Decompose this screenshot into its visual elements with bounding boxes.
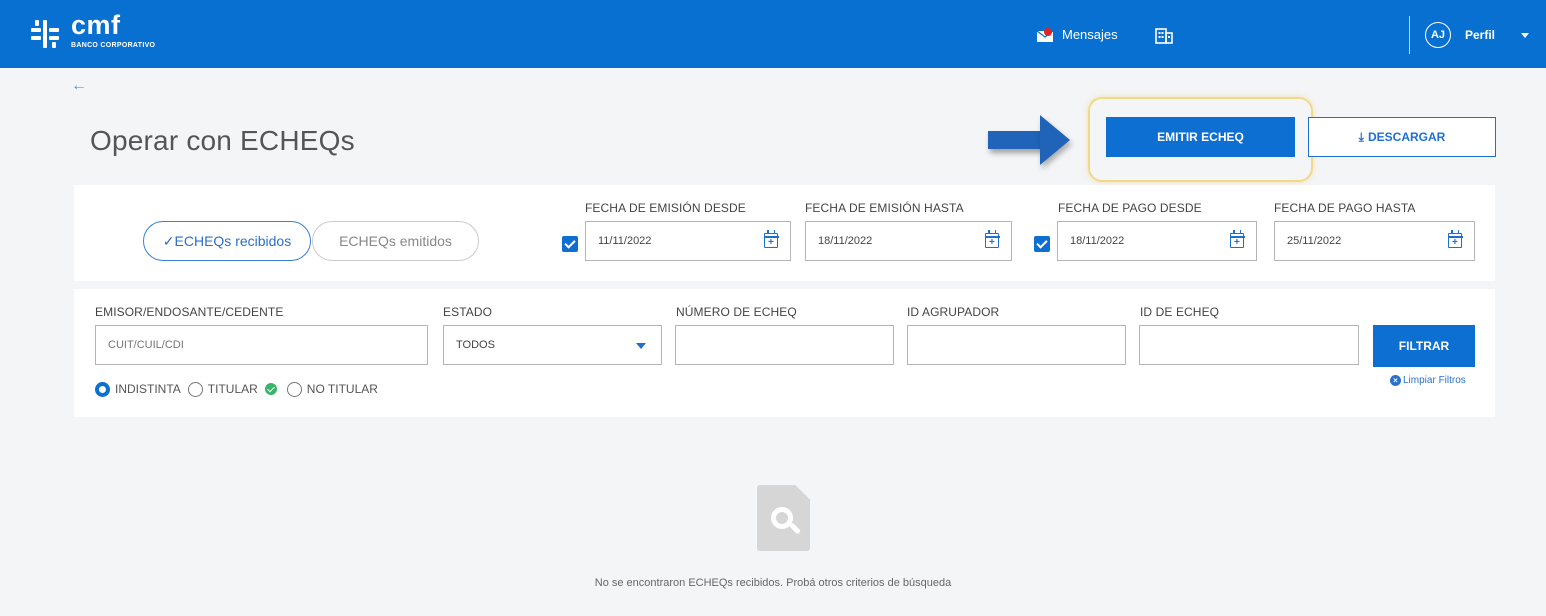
brand-name: cmf	[71, 10, 121, 40]
pointer-arrow-annotation	[988, 115, 1070, 165]
payment-from-label: FECHA DE PAGO DESDE	[1058, 201, 1202, 215]
payment-from-field[interactable]: 18/11/2022 +	[1057, 221, 1257, 261]
logo-mark-icon	[31, 20, 59, 48]
echeq-number-label: NÚMERO DE ECHEQ	[676, 305, 797, 319]
status-select[interactable]: TODOS	[443, 325, 662, 365]
back-arrow-icon[interactable]: ←	[71, 77, 87, 95]
cmf-logo[interactable]: cmf BANCO CORPORATIVO	[31, 12, 155, 49]
radio-indistinta[interactable]	[95, 381, 110, 397]
avatar[interactable]: AJ	[1425, 22, 1451, 48]
page-title: Operar con ECHEQs	[90, 125, 355, 156]
close-circle-icon: ×	[1390, 375, 1401, 386]
radio-no-titular-label: NO TITULAR	[306, 382, 378, 396]
brand-subtitle: BANCO CORPORATIVO	[71, 42, 156, 49]
messages-link[interactable]: Mensajes	[1036, 27, 1118, 42]
building-icon[interactable]	[1155, 28, 1173, 44]
messages-label: Mensajes	[1062, 27, 1118, 42]
tab-echeqs-received[interactable]: ✓ECHEQs recibidos	[143, 221, 311, 261]
radio-titular-label: TITULAR	[207, 382, 258, 396]
group-id-input[interactable]	[907, 325, 1126, 365]
radio-indistinta-label: INDISTINTA	[115, 382, 181, 396]
download-label: DESCARGAR	[1367, 130, 1446, 144]
emission-to-value: 18/11/2022	[818, 235, 873, 247]
status-label: ESTADO	[443, 305, 493, 319]
payment-from-value: 18/11/2022	[1070, 235, 1125, 247]
payment-date-checkbox[interactable]	[1034, 236, 1050, 252]
payment-to-label: FECHA DE PAGO HASTA	[1274, 201, 1416, 215]
header-divider	[1409, 16, 1410, 54]
ownership-radio-group: INDISTINTA TITULAR NO TITULAR	[95, 380, 385, 398]
radio-no-titular[interactable]	[286, 381, 302, 397]
group-id-label: ID AGRUPADOR	[907, 305, 1000, 319]
issuer-input[interactable]	[95, 325, 428, 365]
emission-from-label: FECHA DE EMISIÓN DESDE	[585, 201, 746, 215]
top-navigation-bar: cmf BANCO CORPORATIVO Mensajes AJ Perfil	[0, 0, 1546, 68]
emit-echeq-button[interactable]: EMITIR ECHEQ	[1106, 117, 1295, 157]
echeq-number-input[interactable]	[675, 325, 894, 365]
emission-from-value: 11/11/2022	[598, 235, 652, 247]
empty-state-message: No se encontraron ECHEQs recibidos. Prob…	[594, 577, 952, 589]
verified-check-icon	[264, 383, 277, 395]
emission-from-field[interactable]: 11/11/2022 +	[585, 221, 791, 261]
calendar-icon[interactable]: +	[1229, 230, 1245, 248]
issuer-label: EMISOR/ENDOSANTE/CEDENTE	[95, 305, 284, 319]
envelope-notification-icon	[1036, 27, 1054, 42]
dropdown-arrow-icon	[636, 343, 646, 349]
filter-button[interactable]: FILTRAR	[1373, 325, 1475, 367]
payment-to-value: 25/11/2022	[1287, 235, 1342, 247]
download-icon: ⤓	[1358, 129, 1364, 144]
radio-titular[interactable]	[187, 381, 203, 397]
document-search-icon	[757, 485, 810, 551]
echeq-id-label: ID DE ECHEQ	[1140, 305, 1220, 319]
emission-date-checkbox[interactable]	[562, 236, 578, 252]
clear-filters-label: Limpiar Filtros	[1403, 375, 1466, 386]
calendar-icon[interactable]: +	[984, 230, 1000, 248]
emission-to-field[interactable]: 18/11/2022 +	[805, 221, 1012, 261]
tab-echeqs-issued[interactable]: ECHEQs emitidos	[312, 221, 479, 261]
chevron-down-icon[interactable]	[1521, 33, 1529, 38]
calendar-icon[interactable]: +	[763, 230, 779, 248]
payment-to-field[interactable]: 25/11/2022 +	[1274, 221, 1475, 261]
profile-menu[interactable]: Perfil	[1465, 28, 1495, 42]
status-selected-value: TODOS	[456, 339, 495, 351]
clear-filters-link[interactable]: × Limpiar Filtros	[1390, 375, 1466, 386]
echeq-id-input[interactable]	[1139, 325, 1359, 365]
emission-to-label: FECHA DE EMISIÓN HASTA	[805, 201, 964, 215]
calendar-icon[interactable]: +	[1447, 230, 1463, 248]
download-button[interactable]: ⤓ DESCARGAR	[1308, 117, 1496, 157]
